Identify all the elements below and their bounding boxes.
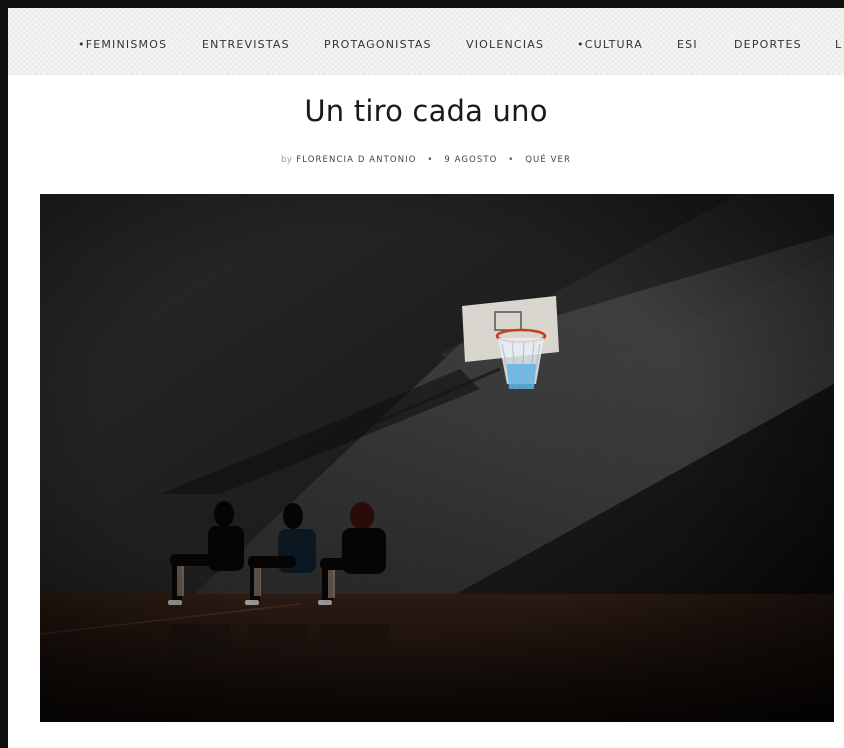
byline-by: by [280, 155, 293, 165]
nav-item-deportes[interactable]: DEPORTES [734, 38, 802, 51]
nav-item-esi[interactable]: ESI [677, 38, 698, 51]
article-title: Un tiro cada uno [304, 94, 548, 128]
article-byline: by FLORENCIA D ANTONIO • 9 AGOSTO • QUÉ … [8, 155, 844, 165]
nav-item-violencias[interactable]: VIOLENCIAS [466, 38, 544, 51]
nav-item-entrevistas[interactable]: ENTREVISTAS [202, 38, 290, 51]
nav-item-cultura[interactable]: •CULTURA [577, 38, 643, 51]
byline-date: 9 AGOSTO [444, 155, 498, 165]
article-hero-image [40, 194, 834, 722]
byline-category[interactable]: QUÉ VER [525, 155, 571, 165]
basketball-court-photo [40, 194, 834, 722]
byline-separator: • [427, 155, 434, 165]
nav-item-overflow[interactable]: L [835, 38, 842, 51]
nav-item-protagonistas[interactable]: PROTAGONISTAS [324, 38, 432, 51]
byline-separator: • [508, 155, 515, 165]
nav-item-feminismos[interactable]: •FEMINISMOS [78, 38, 167, 51]
top-navigation: •FEMINISMOS ENTREVISTAS PROTAGONISTAS VI… [8, 8, 844, 75]
byline-author[interactable]: FLORENCIA D ANTONIO [296, 155, 416, 165]
page: •FEMINISMOS ENTREVISTAS PROTAGONISTAS VI… [8, 8, 844, 748]
